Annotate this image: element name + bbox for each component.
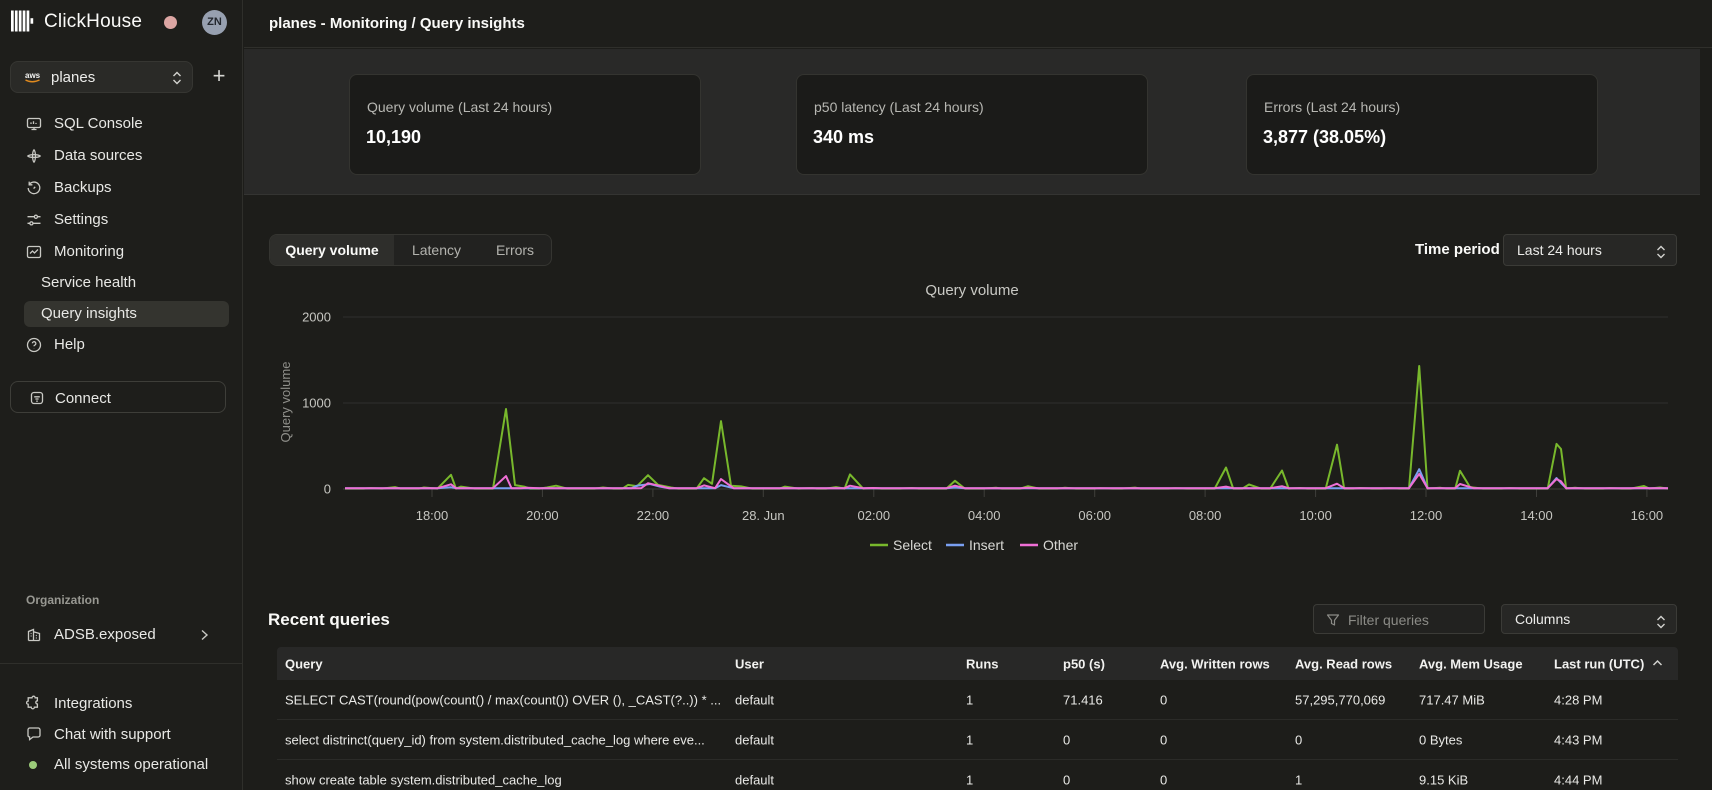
svg-text:2000: 2000 bbox=[302, 310, 331, 325]
svg-text:14:00: 14:00 bbox=[1520, 508, 1553, 523]
svg-text:04:00: 04:00 bbox=[968, 508, 1001, 523]
svg-text:18:00: 18:00 bbox=[416, 508, 449, 523]
svg-text:22:00: 22:00 bbox=[637, 508, 670, 523]
svg-text:Query volume: Query volume bbox=[278, 362, 293, 443]
svg-text:Other: Other bbox=[1043, 537, 1078, 553]
svg-text:16:00: 16:00 bbox=[1631, 508, 1664, 523]
svg-text:28. Jun: 28. Jun bbox=[742, 508, 785, 523]
svg-text:0: 0 bbox=[324, 482, 331, 497]
svg-text:Select: Select bbox=[893, 537, 932, 553]
svg-text:12:00: 12:00 bbox=[1410, 508, 1443, 523]
svg-text:06:00: 06:00 bbox=[1078, 508, 1111, 523]
svg-text:20:00: 20:00 bbox=[526, 508, 559, 523]
svg-text:10:00: 10:00 bbox=[1299, 508, 1332, 523]
svg-text:02:00: 02:00 bbox=[858, 508, 891, 523]
svg-text:Insert: Insert bbox=[969, 537, 1004, 553]
svg-text:aws: aws bbox=[25, 71, 41, 80]
svg-text:1000: 1000 bbox=[302, 396, 331, 411]
svg-text:08:00: 08:00 bbox=[1189, 508, 1222, 523]
